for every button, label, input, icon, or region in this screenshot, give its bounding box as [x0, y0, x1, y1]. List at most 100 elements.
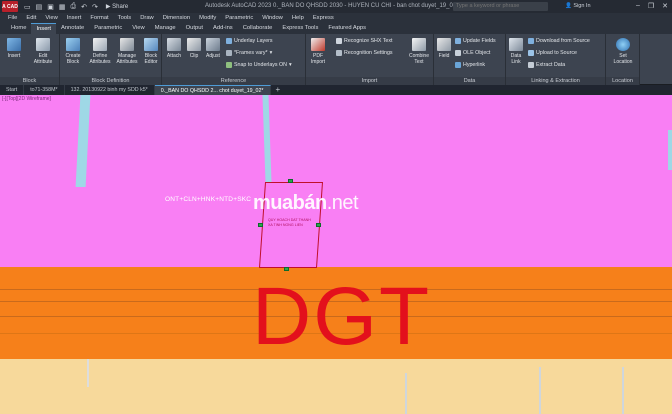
canal-middle — [262, 95, 272, 183]
edit-attribute-button[interactable]: Edit Attribute — [30, 38, 56, 65]
drawing-canvas[interactable]: [-][Top][2D Wireframe] ONT+CLN+HNK+NTD+S… — [0, 95, 672, 414]
recognize-text-icon — [336, 38, 342, 44]
define-attributes-button[interactable]: Define Attributes — [87, 38, 113, 65]
doc-tab-binh-my[interactable]: 132. 20130922 binh my SDD k5* — [65, 85, 155, 95]
upload-to-source-button[interactable]: Upload to Source — [528, 50, 577, 56]
field-button[interactable]: Field — [434, 38, 454, 59]
data-panel-title[interactable]: Data — [434, 77, 505, 85]
window-controls: – ❐ ✕ — [636, 2, 668, 10]
maximize-icon[interactable]: ❐ — [648, 2, 654, 10]
grip-handle-left[interactable] — [258, 223, 263, 227]
watermark-logo: muabán.net — [253, 192, 359, 214]
viewport-controls[interactable]: [-][Top][2D Wireframe] — [2, 96, 51, 102]
snap-underlays-dropdown[interactable]: Snap to Underlays ON ▾ — [226, 62, 292, 68]
location-panel-title[interactable]: Location — [606, 77, 639, 85]
combine-text-button[interactable]: Combine Text — [407, 38, 431, 65]
grip-handle-right[interactable] — [316, 223, 321, 227]
chevron-down-icon: ▾ — [269, 50, 273, 56]
minimize-icon[interactable]: – — [636, 2, 640, 10]
redo-icon[interactable]: ↷ — [92, 3, 98, 11]
tab-annotate[interactable]: Annotate — [56, 23, 89, 34]
block-panel-title[interactable]: Block — [0, 77, 59, 85]
recognition-settings-button[interactable]: Recognition Settings — [336, 50, 393, 56]
reference-panel: Attach Clip Adjust Underlay Layers *Fram… — [162, 34, 306, 85]
menu-window[interactable]: Window — [262, 15, 283, 21]
extract-data-button[interactable]: Extract Data — [528, 62, 565, 68]
block-editor-button[interactable]: Block Editor — [140, 38, 162, 65]
menu-bar: File Edit View Insert Format Tools Draw … — [0, 13, 672, 23]
field-icon — [437, 38, 451, 51]
menu-modify[interactable]: Modify — [199, 15, 216, 21]
menu-view[interactable]: View — [45, 15, 57, 21]
manage-attributes-button[interactable]: Manage Attributes — [114, 38, 140, 65]
hyperlink-button[interactable]: Hyperlink — [455, 62, 485, 68]
menu-tools[interactable]: Tools — [118, 15, 132, 21]
pdf-import-button[interactable]: PDF Import — [307, 38, 329, 65]
frames-icon — [226, 50, 232, 56]
ole-object-button[interactable]: OLE Object — [455, 50, 490, 56]
menu-parametric[interactable]: Parametric — [225, 15, 253, 21]
menu-help[interactable]: Help — [292, 15, 304, 21]
print-icon[interactable]: ⎙ — [71, 3, 77, 11]
download-from-source-button[interactable]: Download from Source — [528, 38, 590, 44]
block-definition-panel-title[interactable]: Block Definition — [60, 77, 161, 85]
share-button[interactable]: ▶ Share — [106, 3, 128, 10]
search-input[interactable] — [453, 2, 548, 11]
doc-tab-qhsdd[interactable]: 0._BAN DO QHSDD 2... chot duyet_19_02* — [154, 85, 271, 95]
linking-extraction-panel-title[interactable]: Linking & Extraction — [506, 77, 605, 85]
undo-icon[interactable]: ↶ — [81, 3, 87, 11]
tab-featured-apps[interactable]: Featured Apps — [323, 23, 371, 34]
menu-file[interactable]: File — [8, 15, 17, 21]
create-block-button[interactable]: Create Block — [62, 38, 84, 65]
adjust-button[interactable]: Adjust — [202, 38, 224, 59]
tab-parametric[interactable]: Parametric — [89, 23, 127, 34]
adjust-icon — [206, 38, 220, 51]
save-as-icon[interactable]: ▦ — [59, 3, 66, 11]
menu-insert[interactable]: Insert — [67, 15, 82, 21]
chevron-down-icon: ▾ — [289, 62, 292, 68]
attach-button[interactable]: Attach — [163, 38, 185, 59]
new-tab-plus-icon[interactable]: + — [271, 85, 286, 95]
underlay-layers-button[interactable]: Underlay Layers — [226, 38, 273, 44]
reference-panel-title[interactable]: Reference — [162, 77, 305, 85]
canal-left — [75, 95, 91, 187]
set-location-button[interactable]: Set Location — [610, 38, 636, 65]
tab-manage[interactable]: Manage — [150, 23, 181, 34]
menu-express[interactable]: Express — [313, 15, 334, 21]
grip-handle-top[interactable] — [288, 179, 293, 183]
tab-home[interactable]: Home — [6, 23, 31, 34]
data-link-button[interactable]: Data Link — [506, 38, 526, 65]
new-file-icon[interactable]: ▭ — [24, 3, 31, 11]
quick-access-toolbar: ▭ ▤ ▣ ▦ ⎙ ↶ ↷ — [24, 3, 98, 11]
block-definition-panel: Create Block Define Attributes Manage At… — [60, 34, 162, 85]
autocad-logo-icon[interactable]: A CAD — [2, 1, 18, 12]
import-panel-title[interactable]: Import — [306, 77, 433, 85]
open-file-icon[interactable]: ▤ — [36, 3, 43, 11]
menu-draw[interactable]: Draw — [140, 15, 154, 21]
menu-dimension[interactable]: Dimension — [163, 15, 190, 21]
settings-icon — [336, 50, 342, 56]
doc-tab-to71[interactable]: to71-358M* — [24, 85, 65, 95]
insert-block-button[interactable]: Insert — [3, 38, 25, 59]
update-fields-button[interactable]: Update Fields — [455, 38, 496, 44]
frames-dropdown[interactable]: *Frames vary* ▾ — [226, 50, 272, 56]
tab-express-tools[interactable]: Express Tools — [277, 23, 323, 34]
data-panel: Field Update Fields OLE Object Hyperlink… — [434, 34, 506, 85]
menu-edit[interactable]: Edit — [26, 15, 36, 21]
edit-attribute-icon — [36, 38, 50, 51]
close-icon[interactable]: ✕ — [662, 2, 668, 10]
tab-collaborate[interactable]: Collaborate — [238, 23, 278, 34]
window-title: Autodesk AutoCAD 2023 0._BAN DO QHSDD 20… — [205, 3, 469, 9]
recognize-shx-button[interactable]: Recognize SHX Text — [336, 38, 392, 44]
doc-tab-start[interactable]: Start — [0, 85, 25, 95]
save-icon[interactable]: ▣ — [47, 3, 54, 11]
hyperlink-icon — [455, 62, 461, 68]
tab-insert[interactable]: Insert — [31, 23, 56, 34]
tab-output[interactable]: Output — [181, 23, 208, 34]
zone-label-dgt: DGT — [252, 271, 432, 362]
menu-format[interactable]: Format — [90, 15, 108, 21]
tab-view[interactable]: View — [127, 23, 149, 34]
sign-in-button[interactable]: 👤 Sign In — [565, 3, 591, 9]
boundary-line-2 — [539, 367, 541, 414]
tab-add-ins[interactable]: Add-ins — [208, 23, 238, 34]
